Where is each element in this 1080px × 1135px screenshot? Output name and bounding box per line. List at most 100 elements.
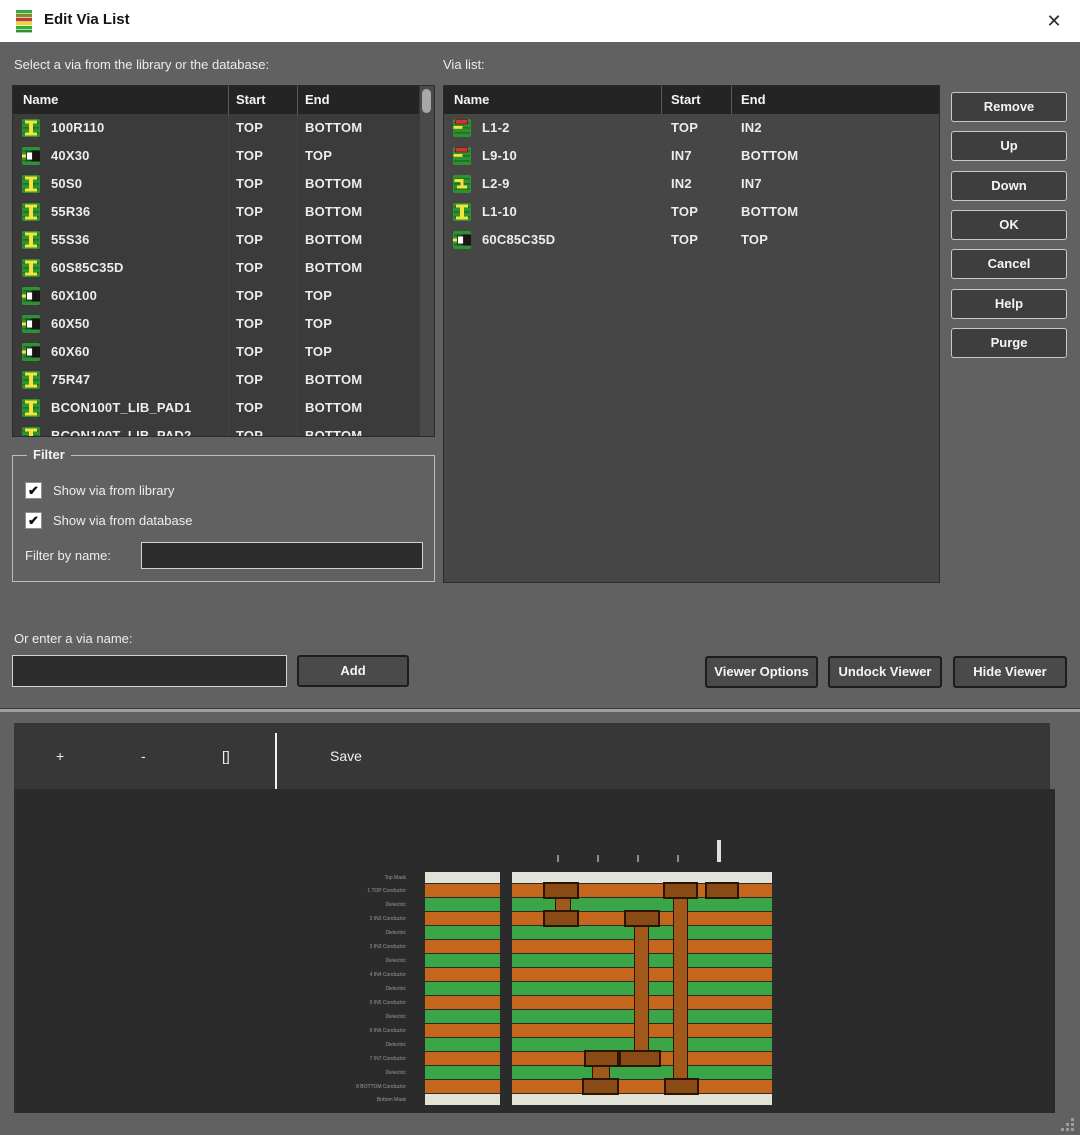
undock-viewer-button[interactable]: Undock Viewer <box>828 656 942 688</box>
via-type-micro-icon <box>22 287 40 305</box>
table-row-l1-10[interactable]: L1-10TOPBOTTOM <box>444 198 939 226</box>
checkbox-icon[interactable]: ✔ <box>25 512 42 529</box>
add-button[interactable]: Add <box>297 655 409 687</box>
via-type-partialred-icon <box>453 147 471 165</box>
save-button[interactable]: Save <box>330 723 362 789</box>
layer-label: 5 IN5 Conductor <box>14 1000 406 1006</box>
table-row-50s0[interactable]: 50S0TOPBOTTOM <box>13 170 434 198</box>
help-button[interactable]: Help <box>951 289 1067 319</box>
layer-copper <box>425 884 500 897</box>
cell-name: 55R36 <box>51 198 90 226</box>
layer-copper <box>425 996 500 1009</box>
library-scrollbar-thumb[interactable] <box>422 89 431 113</box>
via-name-input[interactable] <box>12 655 287 687</box>
via-marker <box>717 840 721 862</box>
table-row-75r47[interactable]: 75R47TOPBOTTOM <box>13 366 434 394</box>
column-separator <box>731 86 732 114</box>
zoom-out-button[interactable]: - <box>141 723 146 789</box>
via-type-through-icon <box>22 175 40 193</box>
cell-name: L1-10 <box>482 198 517 226</box>
via-pad-l1-2 <box>543 882 579 899</box>
via-marker <box>557 855 559 862</box>
table-row-55r36[interactable]: 55R36TOPBOTTOM <box>13 198 434 226</box>
library-section-label: Select a via from the library or the dat… <box>14 57 269 72</box>
purge-button[interactable]: Purge <box>951 328 1067 358</box>
layer-diel <box>425 926 500 939</box>
layer-label: Top Mask <box>14 875 406 881</box>
via-type-partialz-icon <box>453 175 471 193</box>
cell-end: BOTTOM <box>305 114 362 142</box>
cell-start: TOP <box>236 366 263 394</box>
filter-by-name-input[interactable] <box>141 542 423 569</box>
zoom-in-button[interactable]: + <box>56 723 64 789</box>
cell-end: BOTTOM <box>305 226 362 254</box>
table-row-60x60[interactable]: 60X60TOPTOP <box>13 338 434 366</box>
checkbox-icon[interactable]: ✔ <box>25 482 42 499</box>
layer-label: 1 TOP Conductor <box>14 888 406 894</box>
library-via-table: Name Start End 100R110TOPBOTTOM40X30TOPT… <box>12 85 435 437</box>
table-row-60x100[interactable]: 60X100TOPTOP <box>13 282 434 310</box>
via-marker <box>677 855 679 862</box>
table-row-l9-10[interactable]: L9-10IN7BOTTOM <box>444 142 939 170</box>
cell-name: BCON100T_LIB_PAD2 <box>51 422 191 437</box>
cell-end: IN2 <box>741 114 762 142</box>
table-row-l2-9[interactable]: L2-9IN2IN7 <box>444 170 939 198</box>
via-barrel-l2-9 <box>634 924 649 1054</box>
cell-name: BCON100T_LIB_PAD1 <box>51 394 191 422</box>
layer-label: Dielectric <box>14 902 406 908</box>
cell-end: IN7 <box>741 170 762 198</box>
via-pad-l2-9 <box>619 1050 661 1067</box>
table-row-40x30[interactable]: 40X30TOPTOP <box>13 142 434 170</box>
cross-section-viewer[interactable]: Top Mask1 TOP ConductorDielectric2 IN2 C… <box>14 789 1055 1113</box>
header-name: Name <box>454 86 489 114</box>
via-pad-l1-2 <box>543 910 579 927</box>
zoom-fit-button[interactable]: [] <box>222 723 230 789</box>
cell-end: TOP <box>305 282 332 310</box>
library-scrollbar[interactable] <box>419 86 434 436</box>
via-type-micro-icon <box>22 343 40 361</box>
cell-end: BOTTOM <box>305 422 362 437</box>
remove-button[interactable]: Remove <box>951 92 1067 122</box>
table-row-55s36[interactable]: 55S36TOPBOTTOM <box>13 226 434 254</box>
filter-by-name-label: Filter by name: <box>25 548 111 563</box>
cell-end: TOP <box>305 338 332 366</box>
table-row-l1-2[interactable]: L1-2TOPIN2 <box>444 114 939 142</box>
header-start: Start <box>236 86 266 114</box>
layer-diel <box>425 954 500 967</box>
cancel-button[interactable]: Cancel <box>951 249 1067 279</box>
layer-diel <box>425 1010 500 1023</box>
ok-button[interactable]: OK <box>951 210 1067 240</box>
up-button[interactable]: Up <box>951 131 1067 161</box>
cell-start: IN2 <box>671 170 692 198</box>
table-row-bcon100t-lib-pad2[interactable]: BCON100T_LIB_PAD2 TOP BOTTOM <box>13 422 434 437</box>
table-row-bcon100t-lib-pad1[interactable]: BCON100T_LIB_PAD1TOPBOTTOM <box>13 394 434 422</box>
table-row-60x50[interactable]: 60X50TOPTOP <box>13 310 434 338</box>
layer-diel <box>425 898 500 911</box>
close-icon[interactable]: ✕ <box>1040 8 1068 34</box>
cell-start: TOP <box>236 142 263 170</box>
layer-mask <box>425 1094 500 1105</box>
down-button[interactable]: Down <box>951 171 1067 201</box>
hide-viewer-button[interactable]: Hide Viewer <box>953 656 1067 688</box>
resize-grip-icon[interactable] <box>1060 1117 1074 1131</box>
via-table-header: Name Start End <box>444 86 939 114</box>
table-row-100r110[interactable]: 100R110TOPBOTTOM <box>13 114 434 142</box>
viewer-toolbar: + - [] Save <box>14 723 1050 789</box>
cell-end: TOP <box>305 310 332 338</box>
via-pad-l9-10 <box>584 1050 619 1067</box>
layer-copper <box>425 1080 500 1093</box>
filter-groupbox: Filter ✔Show via from library✔Show via f… <box>12 455 435 582</box>
via-marker <box>597 855 599 862</box>
cell-start: TOP <box>236 422 263 437</box>
edit-via-list-dialog: Edit Via List ✕ Select a via from the li… <box>0 0 1080 1135</box>
layer-diel <box>512 1066 772 1079</box>
via-type-partialred-icon <box>453 119 471 137</box>
library-table-header: Name Start End <box>13 86 434 114</box>
table-row-60s85c35d[interactable]: 60S85C35DTOPBOTTOM <box>13 254 434 282</box>
filter-groupbox-title: Filter <box>27 447 71 462</box>
layer-label: 3 IN3 Conductor <box>14 944 406 950</box>
viewer-options-button[interactable]: Viewer Options <box>705 656 818 688</box>
table-row-60c85c35d[interactable]: 60C85C35DTOPTOP <box>444 226 939 254</box>
cell-end: BOTTOM <box>305 170 362 198</box>
via-type-through-icon <box>22 259 40 277</box>
